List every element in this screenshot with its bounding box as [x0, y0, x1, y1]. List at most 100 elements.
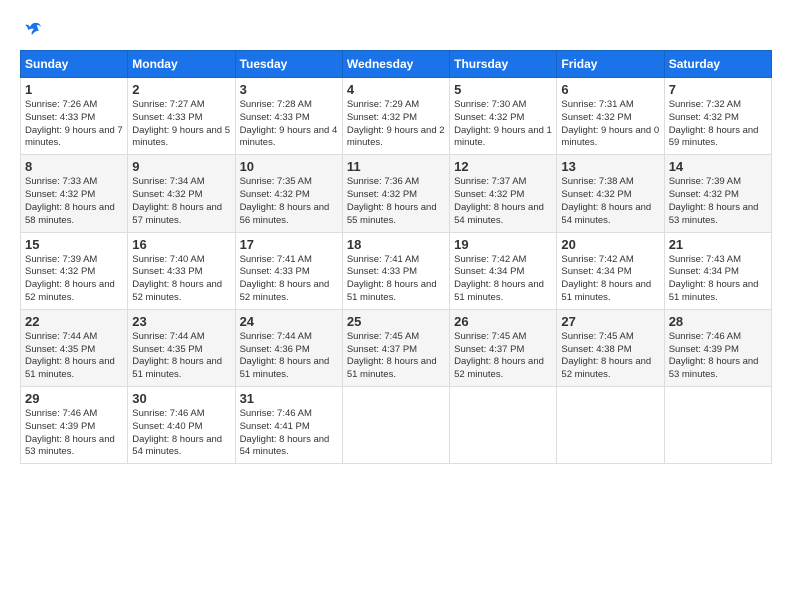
day-info: Sunrise: 7:42 AMSunset: 4:34 PMDaylight:… [561, 254, 659, 305]
calendar-week-row: 1 Sunrise: 7:26 AMSunset: 4:33 PMDaylight… [21, 78, 772, 155]
day-number: 30 [132, 391, 230, 406]
day-info: Sunrise: 7:29 AMSunset: 4:32 PMDaylight:… [347, 99, 445, 150]
day-number: 25 [347, 314, 445, 329]
calendar-day-cell: 25Sunrise: 7:45 AMSunset: 4:37 PMDayligh… [342, 309, 449, 386]
calendar-day-cell: 14Sunrise: 7:39 AMSunset: 4:32 PMDayligh… [664, 155, 771, 232]
day-info: Sunrise: 7:46 AMSunset: 4:39 PMDaylight:… [669, 331, 767, 382]
day-number: 18 [347, 237, 445, 252]
calendar-day-cell: 31 Sunrise: 7:46 AMSunset: 4:41 PMDayligh… [235, 387, 342, 464]
empty-cell [664, 387, 771, 464]
day-info: Sunrise: 7:36 AMSunset: 4:32 PMDaylight:… [347, 176, 445, 227]
header [20, 20, 772, 40]
day-number: 3 [240, 82, 338, 97]
day-number: 2 [132, 82, 230, 97]
calendar-day-cell: 1 Sunrise: 7:26 AMSunset: 4:33 PMDaylight… [21, 78, 128, 155]
day-number: 23 [132, 314, 230, 329]
calendar-day-cell: 9 Sunrise: 7:34 AMSunset: 4:32 PMDaylight… [128, 155, 235, 232]
calendar-day-cell: 16Sunrise: 7:40 AMSunset: 4:33 PMDayligh… [128, 232, 235, 309]
day-info: Sunrise: 7:46 AMSunset: 4:41 PMDaylight:… [240, 408, 338, 459]
day-info: Sunrise: 7:44 AMSunset: 4:36 PMDaylight:… [240, 331, 338, 382]
weekday-header-wednesday: Wednesday [342, 51, 449, 78]
weekday-header-monday: Monday [128, 51, 235, 78]
day-number: 21 [669, 237, 767, 252]
calendar-day-cell: 24 Sunrise: 7:44 AMSunset: 4:36 PMDayligh… [235, 309, 342, 386]
day-number: 15 [25, 237, 123, 252]
day-info: Sunrise: 7:39 AMSunset: 4:32 PMDaylight:… [669, 176, 767, 227]
empty-cell [557, 387, 664, 464]
calendar-table: SundayMondayTuesdayWednesdayThursdayFrid… [20, 50, 772, 464]
calendar-day-cell: 15 Sunrise: 7:39 AMSunset: 4:32 PMDayligh… [21, 232, 128, 309]
day-number: 9 [132, 159, 230, 174]
calendar-day-cell: 19 Sunrise: 7:42 AMSunset: 4:34 PMDayligh… [450, 232, 557, 309]
weekday-header-tuesday: Tuesday [235, 51, 342, 78]
day-info: Sunrise: 7:38 AMSunset: 4:32 PMDaylight:… [561, 176, 659, 227]
day-info: Sunrise: 7:28 AMSunset: 4:33 PMDaylight:… [240, 99, 338, 150]
day-info: Sunrise: 7:46 AMSunset: 4:40 PMDaylight:… [132, 408, 230, 459]
day-number: 7 [669, 82, 767, 97]
calendar-day-cell: 23 Sunrise: 7:44 AMSunset: 4:35 PMDayligh… [128, 309, 235, 386]
day-info: Sunrise: 7:27 AMSunset: 4:33 PMDaylight:… [132, 99, 230, 150]
day-number: 4 [347, 82, 445, 97]
calendar-week-row: 29 Sunrise: 7:46 AMSunset: 4:39 PMDayligh… [21, 387, 772, 464]
calendar-day-cell: 30 Sunrise: 7:46 AMSunset: 4:40 PMDayligh… [128, 387, 235, 464]
day-info: Sunrise: 7:43 AMSunset: 4:34 PMDaylight:… [669, 254, 767, 305]
calendar-day-cell: 5Sunrise: 7:30 AMSunset: 4:32 PMDaylight… [450, 78, 557, 155]
day-number: 10 [240, 159, 338, 174]
calendar-day-cell: 3 Sunrise: 7:28 AMSunset: 4:33 PMDaylight… [235, 78, 342, 155]
day-number: 11 [347, 159, 445, 174]
weekday-header-friday: Friday [557, 51, 664, 78]
day-info: Sunrise: 7:39 AMSunset: 4:32 PMDaylight:… [25, 254, 123, 305]
day-number: 17 [240, 237, 338, 252]
day-number: 24 [240, 314, 338, 329]
logo-bird-icon [22, 20, 42, 40]
day-number: 22 [25, 314, 123, 329]
day-number: 5 [454, 82, 552, 97]
day-info: Sunrise: 7:45 AMSunset: 4:37 PMDaylight:… [454, 331, 552, 382]
day-info: Sunrise: 7:34 AMSunset: 4:32 PMDaylight:… [132, 176, 230, 227]
day-info: Sunrise: 7:31 AMSunset: 4:32 PMDaylight:… [561, 99, 659, 150]
weekday-header-thursday: Thursday [450, 51, 557, 78]
weekday-header-sunday: Sunday [21, 51, 128, 78]
calendar-day-cell: 26 Sunrise: 7:45 AMSunset: 4:37 PMDayligh… [450, 309, 557, 386]
calendar-day-cell: 28 Sunrise: 7:46 AMSunset: 4:39 PMDayligh… [664, 309, 771, 386]
calendar-day-cell: 11 Sunrise: 7:36 AMSunset: 4:32 PMDayligh… [342, 155, 449, 232]
calendar-day-cell: 8Sunrise: 7:33 AMSunset: 4:32 PMDaylight… [21, 155, 128, 232]
calendar-week-row: 22 Sunrise: 7:44 AMSunset: 4:35 PMDayligh… [21, 309, 772, 386]
calendar-day-cell: 13 Sunrise: 7:38 AMSunset: 4:32 PMDayligh… [557, 155, 664, 232]
calendar-day-cell: 20 Sunrise: 7:42 AMSunset: 4:34 PMDayligh… [557, 232, 664, 309]
day-info: Sunrise: 7:37 AMSunset: 4:32 PMDaylight:… [454, 176, 552, 227]
calendar-day-cell: 27 Sunrise: 7:45 AMSunset: 4:38 PMDayligh… [557, 309, 664, 386]
weekday-header-row: SundayMondayTuesdayWednesdayThursdayFrid… [21, 51, 772, 78]
day-info: Sunrise: 7:44 AMSunset: 4:35 PMDaylight:… [25, 331, 123, 382]
day-number: 31 [240, 391, 338, 406]
empty-cell [342, 387, 449, 464]
day-number: 29 [25, 391, 123, 406]
day-number: 1 [25, 82, 123, 97]
day-number: 26 [454, 314, 552, 329]
day-info: Sunrise: 7:45 AMSunset: 4:38 PMDaylight:… [561, 331, 659, 382]
calendar-day-cell: 18 Sunrise: 7:41 AMSunset: 4:33 PMDayligh… [342, 232, 449, 309]
calendar-day-cell: 10 Sunrise: 7:35 AMSunset: 4:32 PMDayligh… [235, 155, 342, 232]
day-number: 19 [454, 237, 552, 252]
calendar-week-row: 15 Sunrise: 7:39 AMSunset: 4:32 PMDayligh… [21, 232, 772, 309]
calendar-day-cell: 17 Sunrise: 7:41 AMSunset: 4:33 PMDayligh… [235, 232, 342, 309]
day-info: Sunrise: 7:33 AMSunset: 4:32 PMDaylight:… [25, 176, 123, 227]
weekday-header-saturday: Saturday [664, 51, 771, 78]
calendar-day-cell: 29 Sunrise: 7:46 AMSunset: 4:39 PMDayligh… [21, 387, 128, 464]
day-info: Sunrise: 7:41 AMSunset: 4:33 PMDaylight:… [240, 254, 338, 305]
calendar-day-cell: 22 Sunrise: 7:44 AMSunset: 4:35 PMDayligh… [21, 309, 128, 386]
day-info: Sunrise: 7:46 AMSunset: 4:39 PMDaylight:… [25, 408, 123, 459]
day-number: 20 [561, 237, 659, 252]
day-number: 27 [561, 314, 659, 329]
day-info: Sunrise: 7:42 AMSunset: 4:34 PMDaylight:… [454, 254, 552, 305]
day-info: Sunrise: 7:35 AMSunset: 4:32 PMDaylight:… [240, 176, 338, 227]
day-number: 16 [132, 237, 230, 252]
day-info: Sunrise: 7:44 AMSunset: 4:35 PMDaylight:… [132, 331, 230, 382]
page-container: SundayMondayTuesdayWednesdayThursdayFrid… [20, 20, 772, 464]
day-info: Sunrise: 7:26 AMSunset: 4:33 PMDaylight:… [25, 99, 123, 150]
day-number: 28 [669, 314, 767, 329]
calendar-week-row: 8Sunrise: 7:33 AMSunset: 4:32 PMDaylight… [21, 155, 772, 232]
day-number: 13 [561, 159, 659, 174]
day-info: Sunrise: 7:41 AMSunset: 4:33 PMDaylight:… [347, 254, 445, 305]
logo-text [20, 20, 42, 40]
